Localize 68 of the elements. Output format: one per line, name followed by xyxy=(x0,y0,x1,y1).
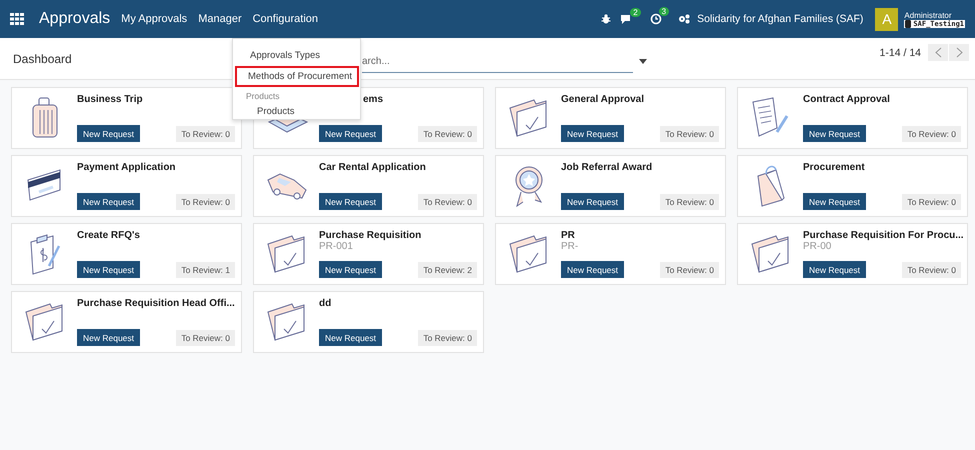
card-title[interactable]: Purchase Requisition For Procu... xyxy=(803,230,961,241)
new-request-button[interactable]: New Request xyxy=(319,261,382,278)
dropdown-item[interactable]: Approvals Types xyxy=(235,45,359,66)
menu-item[interactable]: Configuration xyxy=(252,13,318,25)
new-request-button[interactable]: New Request xyxy=(319,329,382,346)
to-review-badge[interactable]: To Review: 0 xyxy=(176,126,235,142)
new-request-button[interactable]: New Request xyxy=(561,261,624,278)
to-review-badge[interactable]: To Review: 1 xyxy=(176,262,235,278)
app-title[interactable]: Approvals xyxy=(39,10,110,28)
card-title[interactable]: General Approval xyxy=(561,94,719,105)
to-review-badge[interactable]: To Review: 0 xyxy=(660,126,719,142)
new-request-button[interactable]: New Request xyxy=(77,329,140,346)
menu-item[interactable]: My Approvals xyxy=(121,13,188,25)
company-name[interactable]: Solidarity for Afghan Families (SAF) xyxy=(697,13,864,25)
to-review-badge[interactable]: To Review: 2 xyxy=(418,262,477,278)
to-review-badge[interactable]: To Review: 0 xyxy=(176,194,235,210)
card-title[interactable]: Purchase Requisition Head Offi... xyxy=(77,298,235,309)
card-title[interactable]: Payment Application xyxy=(77,162,235,173)
suitcase-icon xyxy=(30,97,60,139)
chevron-left-icon xyxy=(934,47,942,58)
card-title[interactable]: Procurement xyxy=(803,162,961,173)
bug-icon[interactable] xyxy=(601,14,612,24)
to-review-badge[interactable]: To Review: 0 xyxy=(902,194,961,210)
caret-icon[interactable] xyxy=(639,59,647,64)
activity-count-badge: 3 xyxy=(658,7,670,16)
to-review-badge[interactable]: To Review: 0 xyxy=(660,262,719,278)
new-request-button[interactable]: New Request xyxy=(803,193,866,210)
dropdown-section-header: Products xyxy=(245,90,281,101)
apps-menu-icon[interactable] xyxy=(10,13,24,25)
to-review-badge[interactable]: To Review: 0 xyxy=(176,330,235,346)
dropdown-item[interactable]: Products xyxy=(235,101,359,122)
card-title[interactable]: Contract Approval xyxy=(803,94,961,105)
new-request-button[interactable]: New Request xyxy=(319,125,382,142)
card-subtitle: PR-001 xyxy=(319,241,354,252)
card-title[interactable]: Car Rental Application xyxy=(319,162,477,173)
to-review-badge[interactable]: To Review: 0 xyxy=(902,262,961,278)
breadcrumb: Dashboard xyxy=(13,52,72,66)
new-request-button[interactable]: New Request xyxy=(803,125,866,142)
user-name[interactable]: Administrator xyxy=(904,10,965,20)
to-review-badge[interactable]: To Review: 0 xyxy=(660,194,719,210)
card-title[interactable]: dd xyxy=(319,298,477,309)
card-subtitle: PR- xyxy=(561,241,580,252)
card-title[interactable]: PR xyxy=(561,230,719,241)
new-request-button[interactable]: New Request xyxy=(77,125,140,142)
menu-item[interactable]: Manager xyxy=(198,13,242,25)
new-request-button[interactable]: New Request xyxy=(561,193,624,210)
card-title[interactable]: Business Trip xyxy=(77,94,235,105)
card-title[interactable]: Purchase Requisition xyxy=(319,230,477,241)
database-icon xyxy=(905,20,912,28)
chevron-right-icon xyxy=(956,47,962,58)
clock-icon[interactable] xyxy=(650,13,662,25)
new-request-button[interactable]: New Request xyxy=(77,193,140,210)
dropdown-item[interactable]: Methods of Procurement xyxy=(235,66,359,87)
new-request-button[interactable]: New Request xyxy=(319,193,382,210)
to-review-badge[interactable]: To Review: 0 xyxy=(902,126,961,142)
pager-count: 1-14 / 14 xyxy=(880,46,921,58)
to-review-badge[interactable]: To Review: 0 xyxy=(418,194,477,210)
gears-icon[interactable] xyxy=(678,14,690,24)
card-title[interactable]: Create RFQ's xyxy=(77,230,235,241)
new-request-button[interactable]: New Request xyxy=(803,261,866,278)
to-review-badge[interactable]: To Review: 0 xyxy=(418,330,477,346)
new-request-button[interactable]: New Request xyxy=(77,261,140,278)
search-field[interactable]: arch... xyxy=(362,50,633,72)
to-review-badge[interactable]: To Review: 0 xyxy=(418,126,477,142)
new-request-button[interactable]: New Request xyxy=(561,125,624,142)
card-subtitle: PR-00 xyxy=(803,241,832,252)
card-title[interactable]: Job Referral Award xyxy=(561,162,719,173)
chat-count-badge: 2 xyxy=(630,8,641,16)
